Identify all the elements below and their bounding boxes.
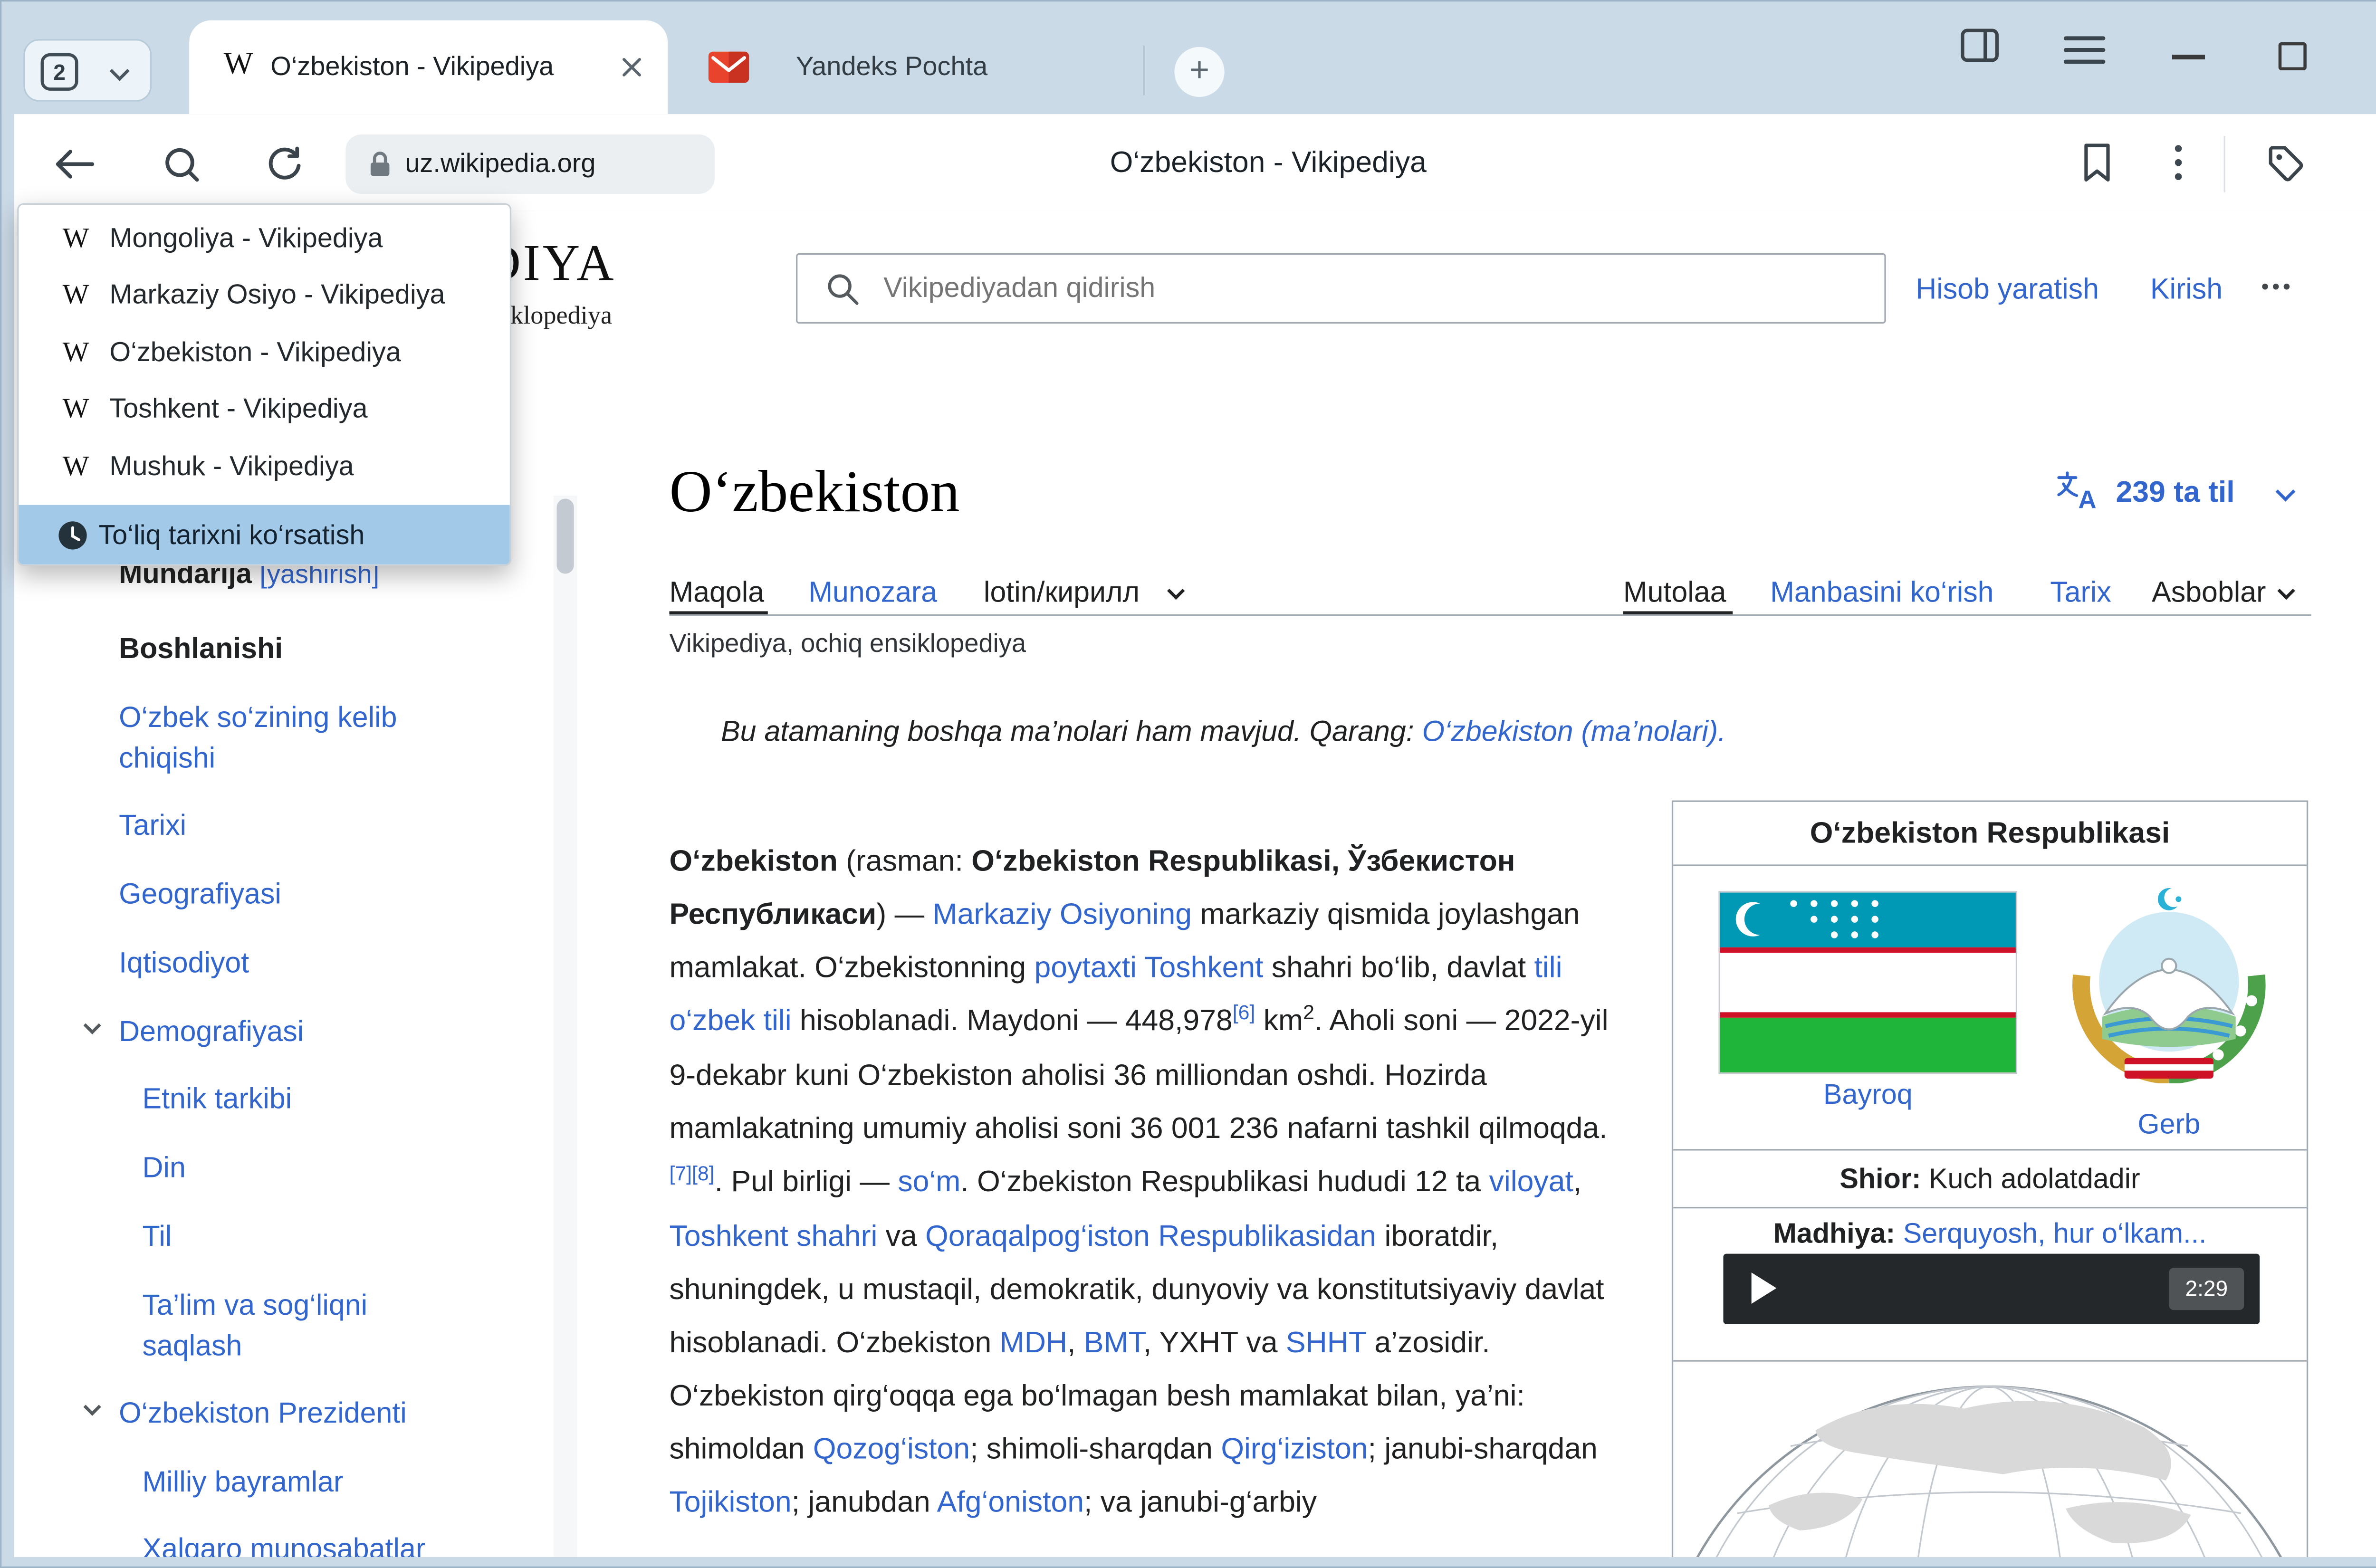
browser-toolbar: uz.wikipedia.org O‘zbekiston - Vikipediy… bbox=[14, 114, 2376, 211]
toc-item[interactable]: Demografiyasi bbox=[119, 1012, 304, 1052]
tab-active[interactable]: W O‘zbekiston - Vikipediya bbox=[189, 20, 668, 114]
toolbar-divider bbox=[2224, 136, 2225, 192]
tab-variant[interactable]: lotin/кирилл bbox=[984, 575, 1140, 610]
toc-item[interactable]: O‘zbekiston Prezidenti bbox=[119, 1393, 407, 1434]
history-item[interactable]: W Toshkent - Vikipediya bbox=[19, 381, 509, 438]
tab-tools[interactable]: Asboblar bbox=[2152, 575, 2266, 610]
toc-item[interactable]: Xalqaro munosabatlar bbox=[142, 1529, 425, 1557]
chevron-down-icon bbox=[1167, 582, 1185, 600]
show-full-history-item[interactable]: To‘liq tarixni ko‘rsatish bbox=[19, 505, 509, 564]
uzbekistan-coat-of-arms-image[interactable] bbox=[2067, 880, 2271, 1083]
wikipedia-favicon-icon: W bbox=[63, 393, 100, 426]
history-item[interactable]: W Mongoliya - Vikipediya bbox=[19, 210, 509, 267]
lock-icon bbox=[367, 150, 393, 178]
login-link[interactable]: Kirish bbox=[2150, 272, 2223, 306]
chevron-down-icon bbox=[2278, 582, 2295, 600]
site-tagline: Vikipediya, ochiq ensiklopediya bbox=[669, 630, 1026, 660]
wikipedia-favicon-icon: W bbox=[63, 278, 100, 311]
tab-talk[interactable]: Munozara bbox=[808, 575, 937, 610]
infobox: O‘zbekiston Respublikasi Bayroq bbox=[1672, 801, 2308, 1557]
new-tab-button[interactable]: + bbox=[1174, 47, 1224, 97]
reload-icon[interactable] bbox=[264, 145, 305, 186]
minimize-button[interactable] bbox=[2172, 55, 2205, 58]
history-item[interactable]: W Markaziy Osiyo - Vikipediya bbox=[19, 267, 509, 324]
infobox-divider bbox=[1673, 1149, 2307, 1150]
language-icon[interactable]: A bbox=[2056, 470, 2103, 511]
infobox-divider bbox=[1673, 1360, 2307, 1361]
tag-icon[interactable] bbox=[2266, 144, 2307, 185]
svg-text:A: A bbox=[2078, 486, 2096, 511]
tab-title: Yandeks Pochta bbox=[796, 52, 1109, 83]
hatnote: Bu atamaning boshqa ma’nolari ham mavjud… bbox=[721, 715, 2128, 749]
user-menu-dots[interactable]: ••• bbox=[2261, 274, 2293, 299]
search-input[interactable] bbox=[883, 255, 1853, 322]
toc-item[interactable]: Milliy bayramlar bbox=[142, 1462, 343, 1502]
tab-strip: 2 W O‘zbekiston - Vikipediya Yandeks Poc… bbox=[1, 1, 2376, 114]
toc-item[interactable]: Tarixi bbox=[119, 805, 186, 846]
close-tab-icon[interactable] bbox=[621, 56, 642, 78]
audio-player[interactable]: 2:29 bbox=[1723, 1254, 2260, 1324]
tab-count-badge: 2 bbox=[41, 53, 78, 91]
infobox-title: O‘zbekiston Respublikasi bbox=[1673, 802, 2307, 866]
language-count-button[interactable]: 239 ta til bbox=[2116, 477, 2234, 511]
flag-caption-link[interactable]: Bayroq bbox=[1719, 1079, 2018, 1111]
toc-item[interactable]: O‘zbek so‘zining kelib chiqishi bbox=[119, 697, 455, 778]
tab-title: O‘zbekiston - Vikipediya bbox=[270, 52, 611, 83]
tabs-rule bbox=[669, 614, 2311, 616]
tab-history[interactable]: Tarix bbox=[2050, 575, 2111, 610]
toc-item[interactable]: Etnik tarkibi bbox=[142, 1079, 292, 1119]
motto-row: Shior: Kuch adolatdadir bbox=[1673, 1163, 2307, 1196]
article-body: O‘zbekiston (rasman: O‘zbekiston Respubl… bbox=[669, 836, 1636, 1530]
audio-duration: 2:29 bbox=[2169, 1268, 2244, 1310]
create-account-link[interactable]: Hisob yaratish bbox=[1916, 272, 2099, 306]
maximize-button[interactable] bbox=[2279, 42, 2307, 70]
history-item[interactable]: W O‘zbekiston - Vikipediya bbox=[19, 324, 509, 381]
search-icon bbox=[826, 272, 860, 306]
wikipedia-favicon-icon: W bbox=[224, 47, 253, 83]
tab-article[interactable]: Maqola bbox=[669, 575, 764, 610]
uzbekistan-flag-image[interactable] bbox=[1719, 891, 2018, 1074]
address-bar[interactable]: uz.wikipedia.org bbox=[345, 134, 715, 194]
toc-item-boshlanishi[interactable]: Boshlanishi bbox=[119, 629, 283, 669]
toc-scrollbar-thumb[interactable] bbox=[557, 499, 574, 574]
toc-scrollbar[interactable] bbox=[554, 496, 577, 1557]
tab-counter-button[interactable]: 2 bbox=[23, 39, 152, 102]
chevron-down-icon bbox=[2276, 482, 2296, 502]
chevron-down-icon bbox=[110, 61, 130, 81]
back-icon[interactable] bbox=[52, 145, 96, 183]
tab-read[interactable]: Mutolaa bbox=[1623, 575, 1726, 610]
page-title: O‘zbekiston - Vikipediya bbox=[924, 147, 1612, 181]
wikipedia-favicon-icon: W bbox=[63, 336, 100, 369]
infobox-divider bbox=[1673, 1207, 2307, 1208]
toc-item[interactable]: Ta’lim va sog‘liqni saqlash bbox=[142, 1285, 439, 1366]
browser-window: 2 W O‘zbekiston - Vikipediya Yandeks Poc… bbox=[0, 0, 2376, 1568]
url-text: uz.wikipedia.org bbox=[405, 149, 595, 180]
tab-inactive[interactable]: Yandeks Pochta bbox=[668, 20, 1137, 114]
yandex-mail-icon bbox=[709, 52, 749, 83]
play-icon[interactable] bbox=[1752, 1272, 1777, 1304]
tab-separator bbox=[1143, 45, 1145, 95]
history-item[interactable]: W Mushuk - Vikipediya bbox=[19, 438, 509, 495]
toc-item[interactable]: Geografiyasi bbox=[119, 874, 281, 915]
anthem-row: Madhiya: Serquyosh, hur o‘lkam... bbox=[1673, 1218, 2307, 1251]
toc-expand-icon[interactable] bbox=[84, 1017, 101, 1034]
clock-icon bbox=[56, 518, 89, 551]
more-menu-icon[interactable] bbox=[2172, 142, 2184, 183]
wikipedia-favicon-icon: W bbox=[63, 450, 100, 483]
history-dropdown: W Mongoliya - Vikipediya W Markaziy Osiy… bbox=[17, 203, 511, 566]
menu-hamburger-icon[interactable] bbox=[2063, 33, 2107, 67]
toc-item[interactable]: Iqtisodiyot bbox=[119, 943, 249, 984]
arms-caption-link[interactable]: Gerb bbox=[2067, 1109, 2271, 1141]
bookmark-icon[interactable] bbox=[2081, 142, 2113, 183]
toc-expand-icon[interactable] bbox=[84, 1398, 101, 1415]
globe-locator-map[interactable] bbox=[1675, 1365, 2305, 1557]
search-icon[interactable] bbox=[161, 145, 202, 186]
wiki-search-bar[interactable] bbox=[796, 253, 1886, 324]
wikipedia-favicon-icon: W bbox=[63, 221, 100, 254]
toc-item[interactable]: Til bbox=[142, 1216, 172, 1257]
sidebar-panel-icon[interactable] bbox=[1959, 27, 2000, 64]
article-title: O‘zbekiston bbox=[669, 458, 959, 527]
toc-item[interactable]: Din bbox=[142, 1147, 185, 1188]
tab-view-source[interactable]: Manbasini ko‘rish bbox=[1770, 575, 1993, 610]
